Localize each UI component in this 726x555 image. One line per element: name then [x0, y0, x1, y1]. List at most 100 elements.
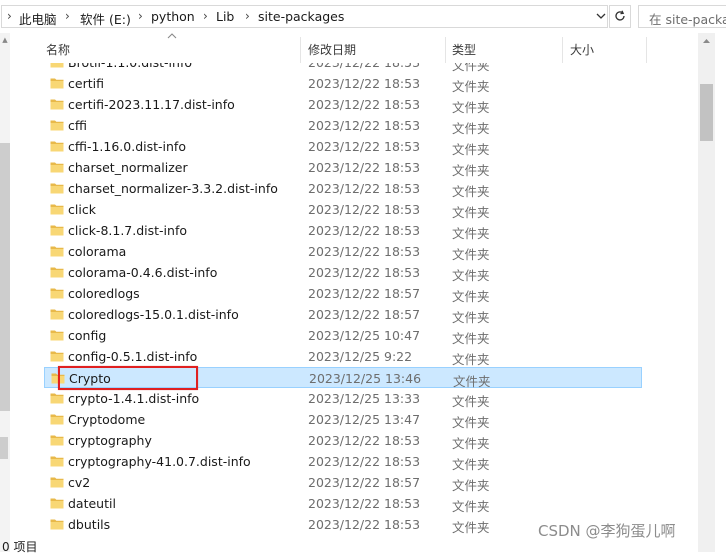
file-date: 2023/12/22 18:57	[308, 286, 421, 301]
file-type: 文件夹	[452, 520, 490, 535]
column-divider[interactable]	[562, 37, 563, 63]
refresh-icon	[614, 10, 626, 26]
address-bar[interactable]: › 此电脑 › 软件 (E:) › python › Lib › site-pa…	[1, 5, 608, 28]
file-row[interactable]: certifi-2023.11.17.dist-info 2023/12/22 1…	[44, 94, 642, 115]
file-row[interactable]: config 2023/12/25 10:47 文件夹	[44, 325, 642, 346]
folder-icon	[50, 496, 64, 510]
file-date: 2023/12/25 9:22	[308, 349, 413, 364]
column-size[interactable]: 大小	[570, 41, 594, 58]
breadcrumb-chevron-icon[interactable]: ›	[203, 9, 208, 23]
file-row[interactable]: click 2023/12/22 18:53 文件夹	[44, 199, 642, 220]
file-row[interactable]: coloredlogs-15.0.1.dist-info 2023/12/22 1…	[44, 304, 642, 325]
status-item-count: 0 项目	[2, 540, 38, 554]
file-row[interactable]: coloredlogs 2023/12/22 18:57 文件夹	[44, 283, 642, 304]
file-name: colorama-0.4.6.dist-info	[68, 265, 218, 280]
file-row[interactable]: cffi-1.16.0.dist-info 2023/12/22 18:53 文件夹	[44, 136, 642, 157]
address-bar-row: › 此电脑 › 软件 (E:) › python › Lib › site-pa…	[0, 0, 726, 33]
file-row[interactable]: charset_normalizer-3.3.2.dist-info 2023/1…	[44, 178, 642, 199]
breadcrumb-drive-e[interactable]: 软件 (E:)	[80, 9, 131, 28]
column-name[interactable]: 名称	[46, 41, 70, 58]
file-type: 文件夹	[452, 394, 490, 409]
file-name: coloredlogs-15.0.1.dist-info	[68, 307, 239, 322]
folder-icon	[50, 118, 64, 132]
folder-icon	[50, 433, 64, 447]
breadcrumb-python[interactable]: python	[151, 9, 195, 24]
file-name: charset_normalizer-3.3.2.dist-info	[68, 181, 278, 196]
scroll-thumb[interactable]	[700, 84, 713, 141]
window-edge	[715, 33, 726, 552]
file-name: dateutil	[68, 496, 116, 511]
column-divider[interactable]	[300, 37, 301, 63]
file-type: 文件夹	[452, 205, 490, 220]
file-date: 2023/12/22 18:53	[308, 517, 421, 532]
file-date: 2023/12/22 18:53	[308, 244, 421, 259]
file-row[interactable]: Crypto 2023/12/25 13:46 文件夹	[44, 367, 642, 389]
refresh-button[interactable]	[609, 5, 631, 28]
file-date: 2023/12/22 18:53	[308, 496, 421, 511]
folder-icon	[50, 328, 64, 342]
file-row[interactable]: click-8.1.7.dist-info 2023/12/22 18:53 文件夹	[44, 220, 642, 241]
breadcrumb-chevron-icon[interactable]: ›	[138, 9, 143, 23]
file-date: 2023/12/22 18:53	[308, 454, 421, 469]
file-row[interactable]: Cryptodome 2023/12/25 13:47 文件夹	[44, 409, 642, 430]
search-input[interactable]: 在 site-packa	[638, 5, 726, 28]
folder-icon	[50, 76, 64, 90]
folder-icon	[50, 517, 64, 531]
navigation-scroll-thumb[interactable]	[0, 143, 10, 411]
breadcrumb-site-packages[interactable]: site-packages	[258, 9, 344, 24]
folder-icon	[50, 349, 64, 363]
file-row[interactable]: crypto-1.4.1.dist-info 2023/12/25 13:33 文件…	[44, 388, 642, 409]
file-date: 2023/12/25 13:47	[308, 412, 421, 427]
file-date: 2023/12/22 18:53	[308, 265, 421, 280]
file-row[interactable]: dateutil 2023/12/22 18:53 文件夹	[44, 493, 642, 514]
file-name: cryptography	[68, 433, 152, 448]
column-divider[interactable]	[445, 37, 446, 63]
file-type: 文件夹	[452, 247, 490, 262]
file-date: 2023/12/25 13:46	[309, 371, 422, 386]
file-type: 文件夹	[452, 436, 490, 451]
file-date: 2023/12/22 18:53	[308, 118, 421, 133]
file-row[interactable]: colorama 2023/12/22 18:53 文件夹	[44, 241, 642, 262]
file-date: 2023/12/22 18:53	[308, 97, 421, 112]
file-type: 文件夹	[452, 100, 490, 115]
column-date[interactable]: 修改日期	[308, 41, 356, 58]
file-date: 2023/12/22 18:53	[308, 76, 421, 91]
breadcrumb-this-pc[interactable]: 此电脑	[19, 9, 57, 28]
file-type: 文件夹	[452, 268, 490, 283]
breadcrumb-root-chevron-icon[interactable]: ›	[7, 9, 12, 23]
file-row[interactable]: colorama-0.4.6.dist-info 2023/12/22 18:53…	[44, 262, 642, 283]
file-name: click-8.1.7.dist-info	[68, 223, 187, 238]
folder-icon	[50, 265, 64, 279]
chevron-down-icon[interactable]	[593, 9, 608, 26]
column-type[interactable]: 类型	[452, 41, 476, 58]
file-type: 文件夹	[452, 79, 490, 94]
breadcrumb-lib[interactable]: Lib	[216, 9, 234, 24]
file-row[interactable]: cryptography-41.0.7.dist-info 2023/12/22 …	[44, 451, 642, 472]
file-row[interactable]: certifi 2023/12/22 18:53 文件夹	[44, 73, 642, 94]
scroll-up-arrow-icon[interactable]	[698, 35, 715, 49]
scroll-up-arrow-icon[interactable]: ▲	[0, 36, 10, 44]
file-name: cv2	[68, 475, 91, 490]
file-row[interactable]: charset_normalizer 2023/12/22 18:53 文件夹	[44, 157, 642, 178]
file-name: dbutils	[68, 517, 111, 532]
file-row[interactable]: cv2 2023/12/22 18:57 文件夹	[44, 472, 642, 493]
file-name: cryptography-41.0.7.dist-info	[68, 454, 251, 469]
navigation-pane-scrollbar[interactable]: ▲	[0, 33, 10, 552]
watermark: CSDN @李狗蛋儿啊	[538, 522, 676, 540]
vertical-scrollbar[interactable]	[698, 33, 715, 552]
file-type: 文件夹	[452, 121, 490, 136]
file-row[interactable]: cffi 2023/12/22 18:53 文件夹	[44, 115, 642, 136]
folder-icon	[50, 223, 64, 237]
file-name: config	[68, 328, 107, 343]
file-row[interactable]: cryptography 2023/12/22 18:53 文件夹	[44, 430, 642, 451]
breadcrumb-chevron-icon[interactable]: ›	[245, 9, 250, 23]
file-date: 2023/12/25 10:47	[308, 328, 421, 343]
file-name: coloredlogs	[68, 286, 140, 301]
navigation-scroll-thumb-secondary[interactable]	[0, 437, 8, 459]
file-name: crypto-1.4.1.dist-info	[68, 391, 200, 406]
column-divider[interactable]	[646, 37, 647, 63]
folder-icon	[50, 244, 64, 258]
breadcrumb-chevron-icon[interactable]: ›	[65, 9, 70, 23]
file-row[interactable]: config-0.5.1.dist-info 2023/12/25 9:22 文件夹	[44, 346, 642, 367]
sort-ascending-icon	[167, 31, 177, 42]
